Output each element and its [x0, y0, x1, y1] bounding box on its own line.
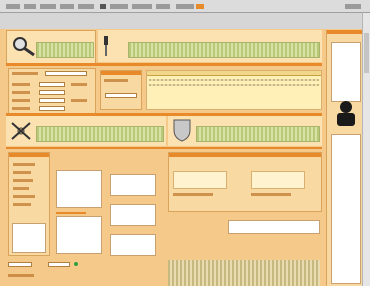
settings-panel	[168, 152, 322, 212]
menu-icon[interactable]	[100, 4, 106, 9]
form-label	[12, 83, 30, 86]
toolbar	[0, 13, 370, 29]
right-panel	[326, 30, 363, 286]
tools-hatch-bar[interactable]	[36, 126, 164, 142]
content-box[interactable]	[110, 204, 156, 226]
menu-item[interactable]	[176, 4, 194, 9]
form-label	[12, 107, 30, 110]
grid-header	[147, 71, 321, 76]
menu-item[interactable]	[40, 4, 56, 9]
status-indicator-icon	[74, 262, 78, 266]
status-field[interactable]	[8, 262, 32, 267]
menu-item[interactable]	[110, 4, 128, 9]
vertical-scrollbar[interactable]	[362, 13, 370, 286]
settings-header	[169, 153, 321, 157]
option-input[interactable]	[105, 93, 137, 98]
nav-list-item[interactable]	[13, 171, 31, 174]
form-label	[71, 99, 87, 102]
magnifier-icon	[13, 37, 35, 57]
menu-item[interactable]	[60, 4, 74, 9]
search-field-strip[interactable]	[36, 42, 94, 58]
grid-row[interactable]	[149, 79, 319, 81]
bottom-grid[interactable]	[168, 260, 320, 286]
menu-bar	[0, 0, 370, 13]
settings-box[interactable]	[173, 171, 227, 189]
section-divider	[6, 147, 322, 149]
form-input[interactable]	[39, 106, 65, 111]
status-area	[8, 260, 104, 286]
right-panel-header	[327, 30, 363, 34]
menu-item[interactable]	[6, 4, 20, 9]
nav-list-item[interactable]	[13, 179, 33, 182]
content-box[interactable]	[110, 234, 156, 256]
form-panel	[8, 68, 96, 116]
nav-list-header	[9, 153, 49, 157]
form-label	[12, 99, 30, 102]
menu-item[interactable]	[78, 4, 94, 9]
form-label	[12, 91, 30, 94]
top-hatch-bar[interactable]	[128, 42, 320, 58]
nav-list-item[interactable]	[13, 203, 31, 206]
nav-list-panel	[8, 152, 50, 256]
menu-item[interactable]	[156, 4, 170, 9]
form-label	[12, 72, 38, 75]
nav-list-box[interactable]	[12, 223, 46, 253]
tool-icon	[104, 36, 108, 56]
crossed-tools-icon	[11, 122, 31, 140]
form-input[interactable]	[39, 90, 65, 95]
menu-item[interactable]	[24, 4, 36, 9]
right-panel-list[interactable]	[331, 42, 361, 102]
settings-label	[173, 193, 213, 196]
section-divider	[6, 63, 322, 66]
nav-list-item[interactable]	[13, 195, 35, 198]
options-panel	[100, 70, 142, 110]
form-input[interactable]	[45, 71, 87, 76]
settings-box[interactable]	[251, 171, 305, 189]
content-box-label	[56, 212, 86, 214]
nav-list-item[interactable]	[13, 163, 35, 166]
status-field[interactable]	[48, 262, 70, 267]
status-label	[8, 274, 34, 277]
menu-item-active[interactable]	[196, 4, 204, 9]
grid-row[interactable]	[149, 84, 319, 86]
options-header	[101, 71, 141, 75]
notes-field[interactable]	[228, 220, 320, 234]
form-label	[71, 83, 87, 86]
shield-hatch-bar[interactable]	[196, 126, 320, 142]
content-box[interactable]	[56, 216, 102, 254]
person-silhouette-icon	[337, 101, 355, 126]
menu-item[interactable]	[132, 4, 152, 9]
menu-item[interactable]	[345, 4, 361, 9]
settings-label	[251, 193, 291, 196]
content-box[interactable]	[110, 174, 156, 196]
data-grid	[146, 70, 322, 110]
form-input[interactable]	[39, 98, 65, 103]
form-input[interactable]	[39, 82, 65, 87]
content-box[interactable]	[56, 170, 102, 208]
option-label	[104, 79, 128, 82]
shield-icon	[173, 119, 191, 142]
scrollbar-thumb[interactable]	[364, 33, 369, 73]
right-panel-details[interactable]	[331, 134, 361, 284]
nav-list-item[interactable]	[13, 187, 29, 190]
